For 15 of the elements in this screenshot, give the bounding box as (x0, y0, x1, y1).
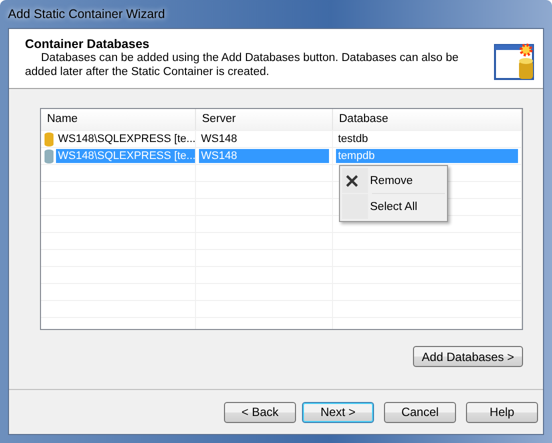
window-title: Add Static Container Wizard (8, 7, 166, 21)
close-icon (346, 174, 358, 186)
wizard-button[interactable]: Help (466, 402, 538, 422)
add-databases-button[interactable]: Add Databases > (413, 346, 523, 367)
wizard-button[interactable]: < Back (224, 402, 296, 422)
table-cell[interactable]: WS148 (199, 132, 329, 146)
wizard-button[interactable]: Cancel (384, 402, 456, 422)
column-header[interactable]: Database (333, 109, 522, 130)
wizard-button[interactable]: Next > (302, 402, 374, 422)
table-cell[interactable]: WS148\SQLEXPRESS [te... (56, 132, 195, 146)
page-title: Container Databases (25, 37, 150, 51)
column-header[interactable]: Server (196, 109, 333, 130)
page-description: Databases can be added using the Add Databases button. Databases can also be added later after the Static Container is created. (25, 51, 460, 79)
column-header[interactable]: Name (41, 109, 196, 130)
table-cell[interactable]: testdb (336, 132, 518, 146)
